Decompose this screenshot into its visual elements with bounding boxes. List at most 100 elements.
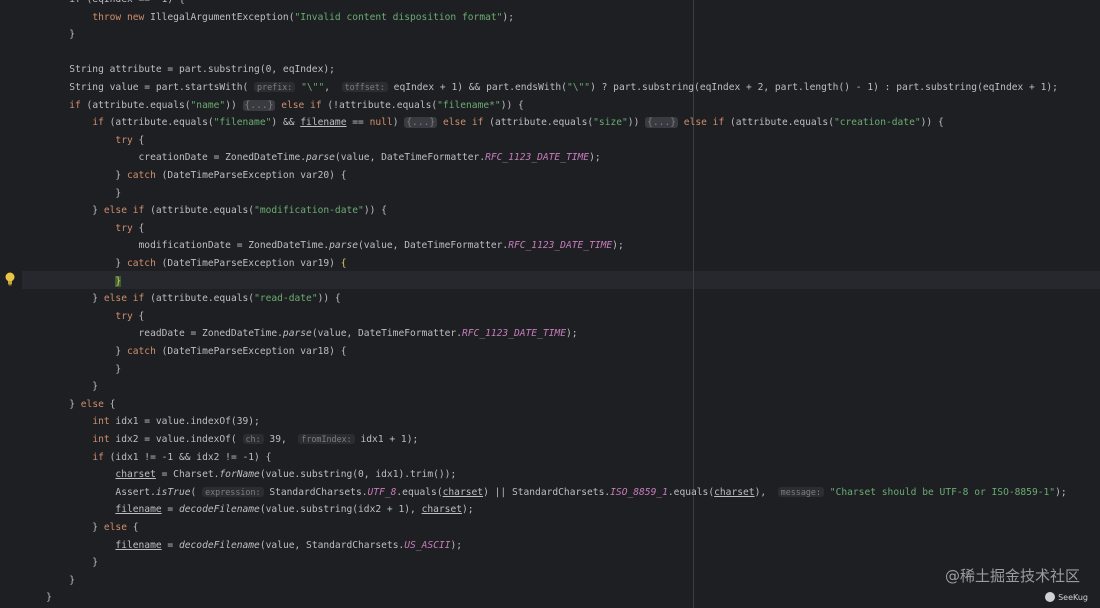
code-token: )) { [500, 99, 524, 111]
code-token: ); [589, 152, 601, 164]
code-token: "creation-date" [833, 117, 921, 129]
watermark-text: @稀土掘金技术社区 [944, 567, 1080, 585]
folded-code-button[interactable]: {...} [645, 117, 679, 129]
code-editor[interactable]: if (eqIndex == -1) { throw new IllegalAr… [0, 0, 1100, 608]
code-line[interactable]: if (idx1 != -1 && idx2 != -1) { [23, 449, 271, 467]
code-line[interactable]: } [23, 26, 75, 44]
current-line-highlight [22, 271, 1100, 289]
code-token: ) ? part.substring(eqIndex + 2, part.len… [590, 82, 1058, 93]
code-line[interactable]: if (attribute.equals("filename") && file… [23, 114, 944, 132]
code-line[interactable]: int idx1 = value.indexOf(39); [23, 413, 260, 431]
code-line[interactable]: } [23, 589, 52, 607]
code-line[interactable]: } else if (attribute.equals("read-date")… [23, 290, 340, 308]
code-token: { [132, 134, 145, 146]
code-line[interactable]: } catch (DateTimeParseException var19) { [23, 255, 346, 273]
code-line[interactable]: try { [23, 220, 144, 238]
code-line[interactable]: } catch (DateTimeParseException var20) { [23, 167, 346, 185]
code-token: "filename*" [437, 99, 501, 111]
code-line[interactable]: String attribute = part.substring(0, eqI… [23, 61, 335, 79]
code-line[interactable]: } [23, 185, 121, 203]
code-line[interactable]: } [23, 361, 121, 379]
code-token: if [92, 451, 104, 463]
code-token: IllegalArgumentException( [150, 11, 295, 23]
lightbulb-icon[interactable] [3, 271, 17, 287]
code-token: { [340, 258, 347, 269]
code-token: null [369, 117, 393, 129]
code-line[interactable]: } else { [23, 519, 139, 537]
code-token: ); [565, 328, 578, 340]
code-token: { [132, 310, 145, 322]
code-token: (idx1 != -1 && idx2 != -1) { [103, 451, 272, 463]
code-line[interactable]: creationDate = ZonedDateTime.parse(value… [23, 149, 601, 167]
folded-code-button[interactable]: {...} [404, 117, 438, 129]
code-token: try [115, 134, 133, 146]
parameter-hint: message: [777, 486, 825, 497]
code-token: catch [126, 258, 156, 269]
code-token: ); [612, 240, 624, 252]
code-token: { [126, 522, 139, 533]
code-token: .equals( [667, 486, 715, 498]
code-token: charset [442, 486, 484, 498]
code-token: "Invalid content disposition format" [294, 11, 503, 23]
code-token: ); [462, 504, 474, 516]
code-token: } [23, 205, 104, 217]
code-line[interactable]: modificationDate = ZonedDateTime.parse(v… [23, 237, 624, 255]
code-token: try [115, 310, 133, 322]
code-line[interactable]: int idx2 = value.indexOf( ch: 39, fromIn… [23, 431, 418, 449]
code-line[interactable]: } else { [23, 396, 115, 414]
code-token: filename [115, 504, 162, 516]
code-line[interactable]: } [23, 572, 75, 590]
code-line[interactable]: try { [23, 308, 144, 326]
code-line[interactable]: Assert.isTrue( expression: StandardChars… [23, 484, 1067, 502]
code-line[interactable]: String value = part.startsWith( prefix: … [23, 79, 1058, 97]
code-token: if (eqIndex == -1) { [23, 0, 185, 5]
code-token: , [324, 82, 342, 93]
code-line[interactable]: } [23, 273, 122, 291]
code-line[interactable]: if (attribute.equals("name")) {...} else… [23, 97, 524, 115]
code-token: idx1 = value.indexOf(39); [109, 416, 260, 428]
code-token: ISO_8859_1 [610, 486, 668, 498]
code-token: } [23, 522, 104, 533]
code-token: )) [627, 117, 646, 129]
code-token: else if [683, 117, 725, 129]
code-line[interactable]: filename = decodeFilename(value, Standar… [23, 537, 462, 555]
code-line[interactable]: if (eqIndex == -1) { [23, 0, 185, 9]
code-line[interactable]: } [23, 554, 98, 572]
code-token: )) { [920, 117, 944, 129]
code-token: filename [115, 539, 162, 551]
code-token: (value.substring(idx2 + 1), [259, 504, 422, 516]
code-token: )) { [363, 205, 387, 217]
code-line[interactable]: filename = decodeFilename(value.substrin… [23, 501, 474, 519]
code-token: = [161, 504, 179, 516]
folded-code-button[interactable]: {...} [242, 99, 276, 111]
code-token: catch [126, 346, 156, 357]
code-token: ); [450, 539, 463, 551]
code-line[interactable]: readDate = ZonedDateTime.parse(value, Da… [23, 325, 578, 343]
code-token: (attribute.equals( [144, 293, 255, 305]
code-token: parse [329, 240, 359, 252]
code-token: idx2 = value.indexOf( [109, 434, 243, 445]
code-line[interactable]: } [23, 378, 98, 396]
code-token: parse [306, 152, 335, 164]
code-line[interactable]: charset = Charset.forName(value.substrin… [23, 466, 456, 484]
code-token: RFC_1123_DATE_TIME [485, 152, 590, 164]
code-token: "read-date" [254, 293, 318, 305]
code-token: = Charset. [155, 469, 220, 481]
code-line[interactable]: } else if (attribute.equals("modificatio… [23, 202, 387, 220]
code-line[interactable]: throw new IllegalArgumentException("Inva… [23, 9, 514, 27]
code-token: UTF_8 [367, 486, 397, 498]
code-token: charset [714, 486, 755, 498]
code-line[interactable]: try { [23, 132, 144, 150]
code-token: String attribute = part.substring(0, eqI… [23, 64, 335, 76]
code-token: catch [126, 170, 156, 181]
code-token: ), [754, 486, 778, 498]
code-line[interactable]: } catch (DateTimeParseException var18) { [23, 343, 346, 361]
logo-text: SeeKug [1058, 592, 1088, 602]
